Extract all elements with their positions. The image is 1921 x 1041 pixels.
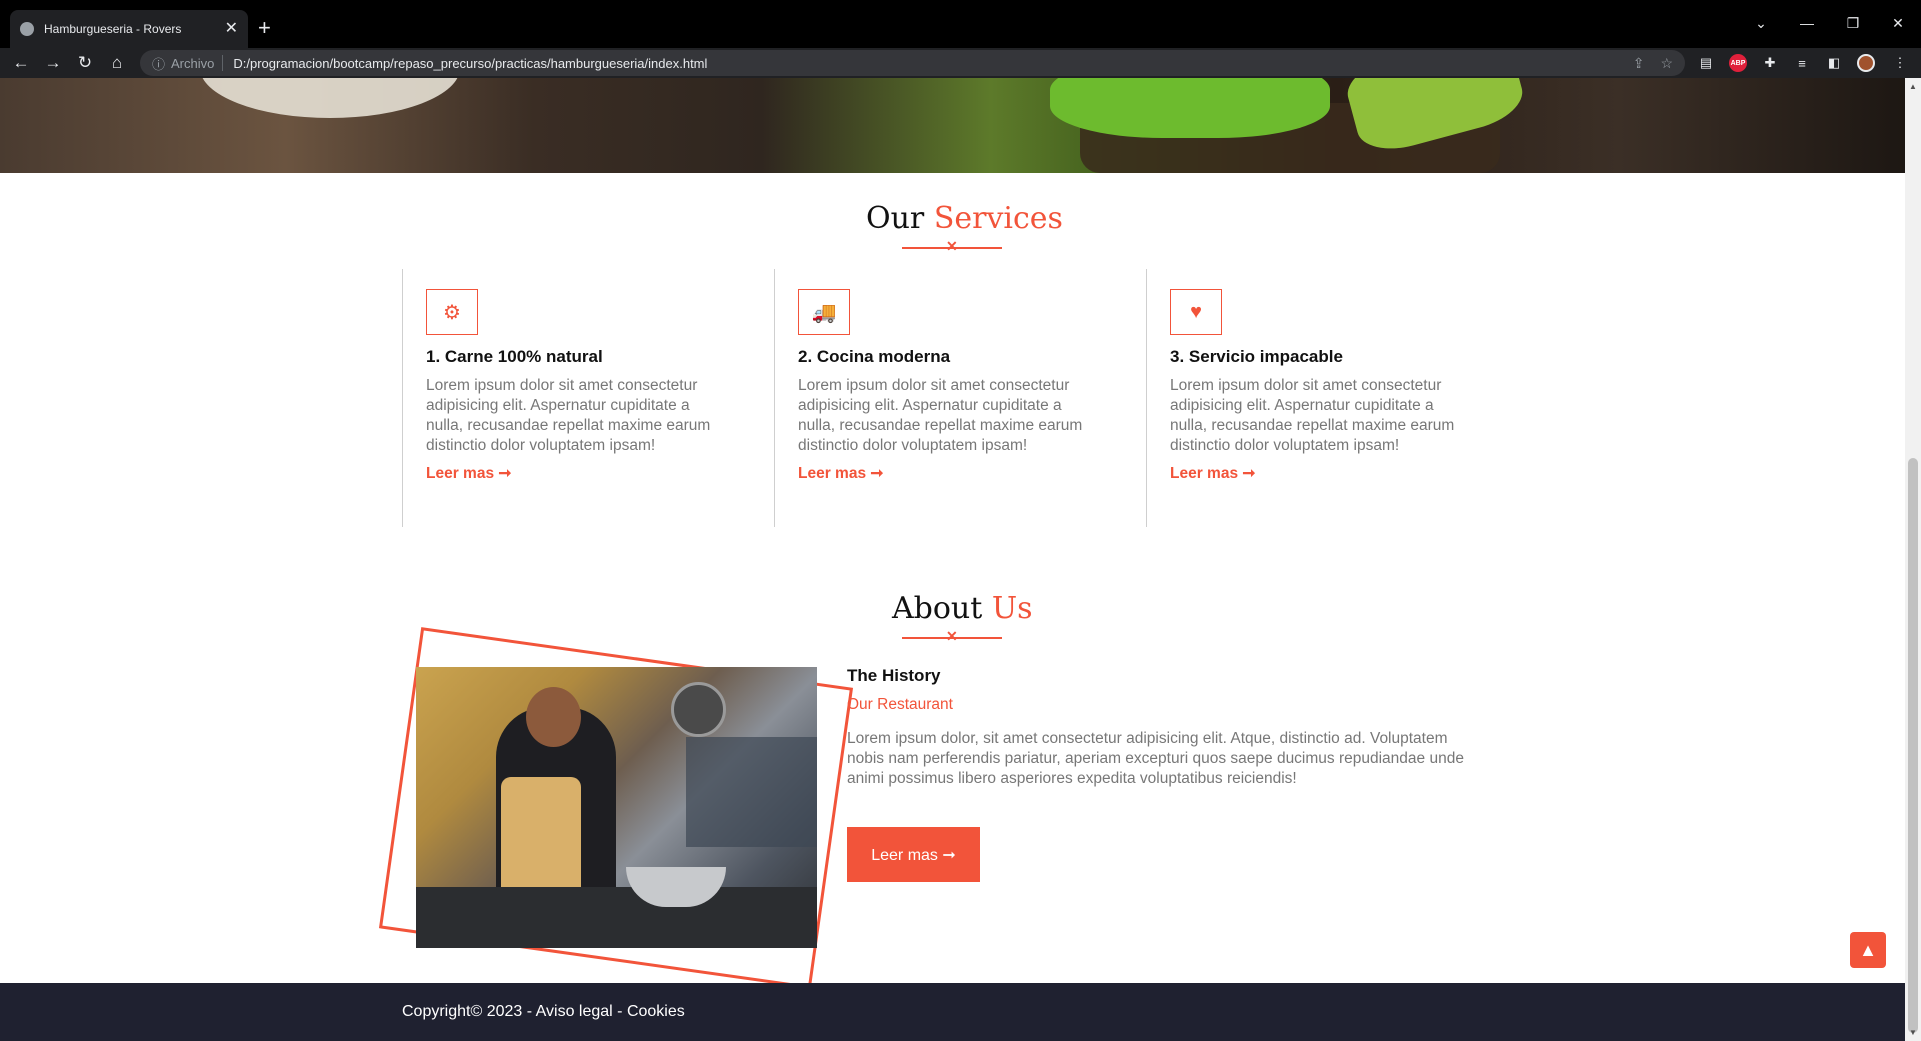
menu-icon[interactable]: ⋮ xyxy=(1891,54,1909,72)
service-text: Lorem ipsum dolor sit amet consectetur a… xyxy=(426,377,711,454)
service-card-2: 🚚 2. Cocina moderna Lorem ipsum dolor si… xyxy=(774,269,1146,527)
home-button[interactable]: ⌂ xyxy=(104,50,130,76)
tab-search-button[interactable]: ⌄ xyxy=(1738,8,1784,38)
reading-list-icon[interactable]: ≡ xyxy=(1793,54,1811,72)
browser-toolbar: ← → ↻ ⌂ ⓘ Archivo D:/programacion/bootca… xyxy=(0,48,1921,78)
service-text: Lorem ipsum dolor sit amet consectetur a… xyxy=(1170,377,1455,454)
about-title: About Us xyxy=(892,591,1033,626)
star-icon[interactable]: ☆ xyxy=(1660,55,1673,72)
page-scrollbar[interactable]: ▲ ▼ xyxy=(1905,78,1921,1041)
about-subheading: Our Restaurant xyxy=(847,696,953,713)
read-more-link[interactable]: Leer mas ➞ xyxy=(798,464,883,483)
abp-icon[interactable]: ABP xyxy=(1729,54,1747,72)
truck-icon: 🚚 xyxy=(798,289,850,335)
tab-title: Hamburgueseria - Rovers xyxy=(44,22,182,36)
minimize-button[interactable]: — xyxy=(1784,8,1830,38)
page-viewport: Our Services ✕ ⚙ 1. Carne 100% natural L… xyxy=(0,78,1905,1041)
hero-burger-image xyxy=(0,78,1905,173)
address-scheme: Archivo xyxy=(171,55,215,71)
about-heading: The History xyxy=(847,666,941,685)
scrollbar-thumb[interactable] xyxy=(1908,458,1918,1033)
about-text: Lorem ipsum dolor, sit amet consectetur … xyxy=(847,730,1464,787)
puzzle-icon[interactable]: ✚ xyxy=(1761,54,1779,72)
service-text: Lorem ipsum dolor sit amet consectetur a… xyxy=(798,377,1083,454)
service-title: 3. Servicio impacable xyxy=(1170,347,1343,366)
side-panel-icon[interactable]: ◧ xyxy=(1825,54,1843,72)
footer-copyright: Copyright© 2023 - Aviso legal - Cookies xyxy=(402,1003,685,1020)
tab-close-icon[interactable]: ✕ xyxy=(225,21,238,37)
read-more-link[interactable]: Leer mas ➞ xyxy=(426,464,511,483)
caret-up-icon: ▲ xyxy=(1859,939,1877,960)
browser-tab[interactable]: Hamburgueseria - Rovers ✕ xyxy=(10,10,248,48)
address-bar[interactable]: ⓘ Archivo D:/programacion/bootcamp/repas… xyxy=(140,50,1685,76)
service-card-3: ♥ 3. Servicio impacable Lorem ipsum dolo… xyxy=(1146,269,1518,527)
scroll-down-icon[interactable]: ▼ xyxy=(1909,1028,1917,1037)
globe-icon xyxy=(20,22,34,36)
address-url[interactable]: D:/programacion/bootcamp/repaso_precurso… xyxy=(233,56,1616,71)
address-separator xyxy=(222,55,224,71)
restore-button[interactable]: ❐ xyxy=(1830,8,1876,38)
services-divider: ✕ xyxy=(902,238,1002,255)
services-title: Our Services xyxy=(866,201,1063,236)
close-window-button[interactable]: ✕ xyxy=(1875,8,1921,38)
gears-icon: ⚙ xyxy=(426,289,478,335)
footer: Copyright© 2023 - Aviso legal - Cookies xyxy=(0,983,1905,1041)
info-icon[interactable]: ⓘ xyxy=(152,54,165,73)
media-icon[interactable]: ▤ xyxy=(1697,54,1715,72)
service-title: 2. Cocina moderna xyxy=(798,347,951,366)
read-more-link[interactable]: Leer mas ➞ xyxy=(1170,464,1255,483)
back-button[interactable]: ← xyxy=(8,50,34,76)
about-read-more-button[interactable]: Leer mas ➞ xyxy=(847,827,980,882)
reload-button[interactable]: ↻ xyxy=(72,50,98,76)
tab-strip: Hamburgueseria - Rovers ✕ + xyxy=(0,8,1921,48)
scroll-to-top-button[interactable]: ▲ xyxy=(1850,932,1886,968)
service-card-1: ⚙ 1. Carne 100% natural Lorem ipsum dolo… xyxy=(402,269,774,527)
about-divider: ✕ xyxy=(902,628,1002,645)
forward-button[interactable]: → xyxy=(40,50,66,76)
heart-icon: ♥ xyxy=(1170,289,1222,335)
about-chef-photo xyxy=(416,667,817,948)
scroll-up-icon[interactable]: ▲ xyxy=(1909,82,1917,91)
service-title: 1. Carne 100% natural xyxy=(426,347,603,366)
new-tab-button[interactable]: + xyxy=(258,17,271,39)
window-titlebar xyxy=(0,0,1921,8)
profile-avatar[interactable] xyxy=(1857,54,1875,72)
share-icon[interactable]: ⇪ xyxy=(1633,55,1645,72)
